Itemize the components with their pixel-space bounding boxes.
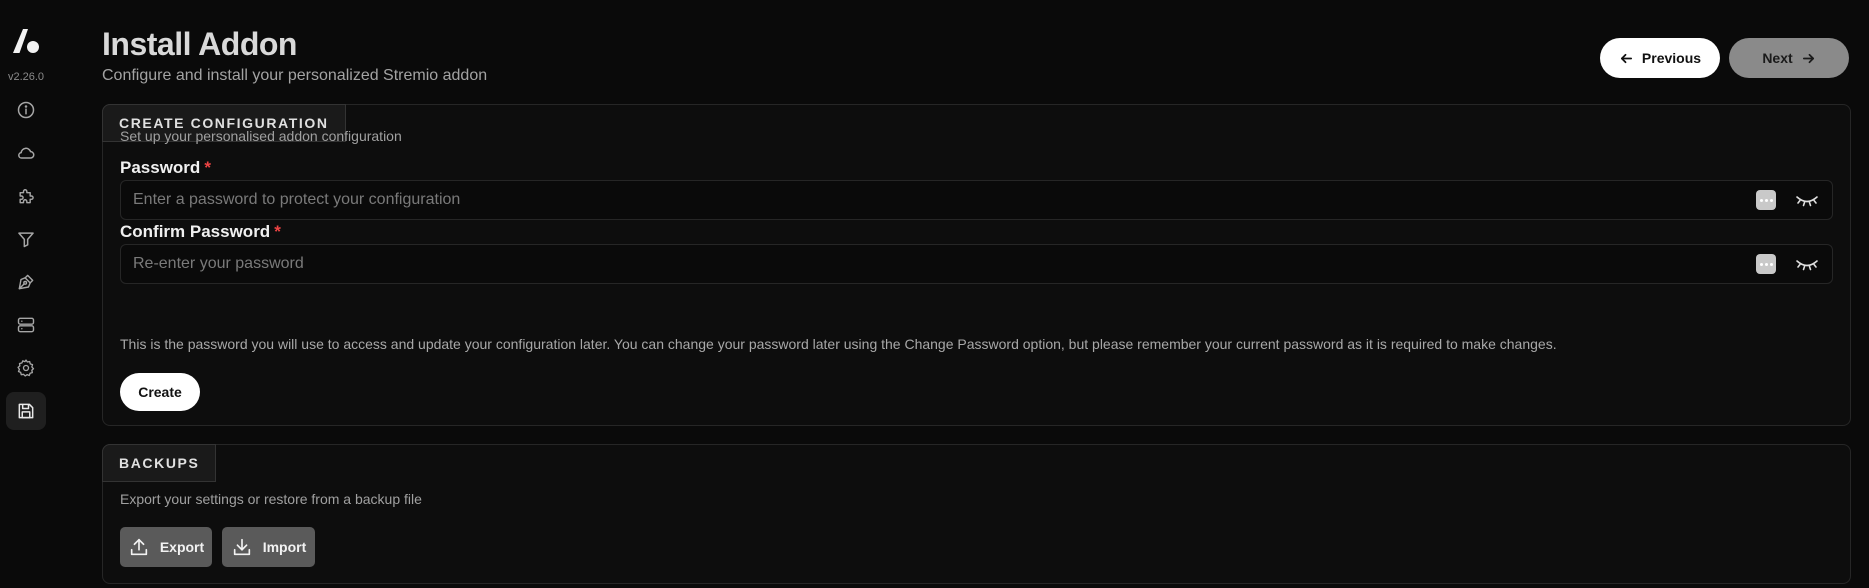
info-icon <box>17 101 35 119</box>
sidebar-item-formatter[interactable] <box>6 263 46 301</box>
password-manager-icon[interactable] <box>1756 254 1776 274</box>
server-icon <box>17 317 35 333</box>
password-field-wrapper <box>120 180 1833 220</box>
required-marker: * <box>204 158 211 177</box>
confirm-password-label-text: Confirm Password <box>120 222 271 241</box>
previous-button[interactable]: Previous <box>1600 38 1720 78</box>
sidebar-item-filters[interactable] <box>6 220 46 258</box>
backups-tab: BACKUPS <box>102 444 217 482</box>
create-button[interactable]: Create <box>120 373 200 411</box>
password-manager-icon[interactable] <box>1756 190 1776 210</box>
download-icon <box>233 538 250 556</box>
version-label: v2.26.0 <box>7 71 45 83</box>
export-button[interactable]: Export <box>120 527 212 567</box>
sidebar-item-save-install[interactable] <box>6 392 46 430</box>
sidebar-item-addons[interactable] <box>6 177 46 215</box>
required-marker: * <box>274 222 281 241</box>
confirm-password-field-wrapper <box>120 244 1833 284</box>
password-input[interactable] <box>121 181 1832 219</box>
page-title: Install Addon <box>102 26 297 62</box>
save-icon <box>18 403 34 419</box>
password-label: Password * <box>120 158 211 178</box>
app-root: v2.26.0 Install Addon Configure and inst… <box>0 0 1869 588</box>
sidebar-item-settings[interactable] <box>6 349 46 387</box>
create-configuration-card: CREATE CONFIGURATION Set up your persona… <box>102 104 1851 426</box>
arrow-left-icon <box>1620 53 1632 63</box>
sidebar-item-about[interactable] <box>6 91 46 129</box>
backups-description: Export your settings or restore from a b… <box>120 491 422 507</box>
create-configuration-description: Set up your personalised addon configura… <box>120 128 402 144</box>
app-logo[interactable] <box>10 26 42 56</box>
puzzle-icon <box>19 189 34 204</box>
password-help-text: This is the password you will use to acc… <box>120 336 1557 352</box>
import-button-label: Import <box>262 539 307 555</box>
sidebar-item-proxy[interactable] <box>6 306 46 344</box>
sidebar: v2.26.0 <box>0 0 52 588</box>
confirm-password-input[interactable] <box>121 245 1832 283</box>
arrow-right-icon <box>1802 53 1814 63</box>
next-button[interactable]: Next <box>1729 38 1849 78</box>
backups-card: BACKUPS Export your settings or restore … <box>102 444 1851 584</box>
confirm-password-label: Confirm Password * <box>120 222 281 242</box>
password-label-text: Password <box>120 158 201 177</box>
eye-closed-icon[interactable] <box>1794 254 1820 274</box>
next-button-label: Next <box>1762 50 1793 66</box>
export-button-label: Export <box>159 539 205 555</box>
pen-tool-icon <box>18 274 34 290</box>
page-subtitle: Configure and install your personalized … <box>102 67 488 84</box>
gear-icon <box>17 359 35 377</box>
filter-icon <box>18 232 34 248</box>
import-button[interactable]: Import <box>222 527 315 567</box>
upload-icon <box>130 538 147 556</box>
previous-button-label: Previous <box>1641 50 1702 66</box>
cloud-icon <box>18 147 35 159</box>
sidebar-item-services[interactable] <box>6 134 46 172</box>
eye-closed-icon[interactable] <box>1794 190 1820 210</box>
